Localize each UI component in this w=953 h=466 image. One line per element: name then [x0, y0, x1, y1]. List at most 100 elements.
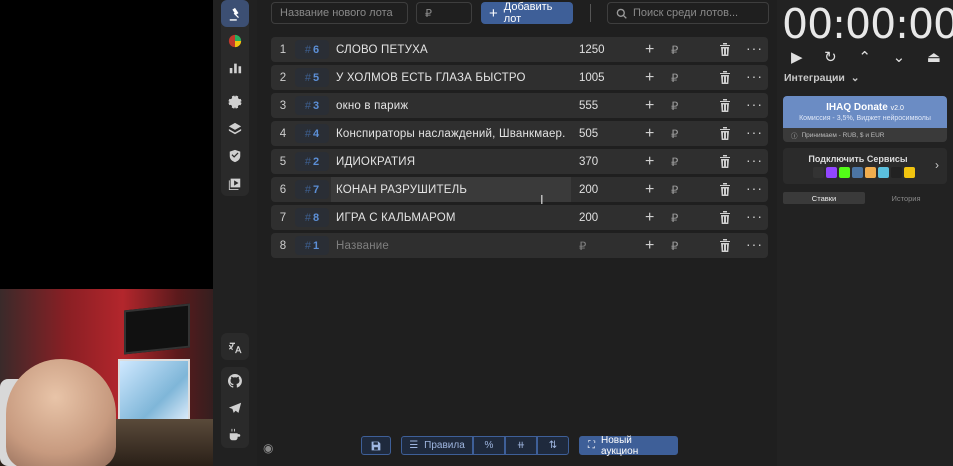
sidebar [213, 0, 257, 466]
add-amount-button[interactable]: + [645, 237, 654, 255]
lot-menu-button[interactable]: ··· [746, 124, 763, 140]
sidebar-layers-button[interactable] [221, 115, 249, 142]
add-amount-button[interactable]: + [645, 153, 654, 171]
sidebar-wheel-button[interactable] [221, 27, 249, 54]
delete-lot-button[interactable] [719, 183, 731, 199]
lot-amount[interactable]: 555 [579, 100, 598, 112]
sidebar-shield-button[interactable] [221, 142, 249, 169]
delete-lot-button[interactable] [719, 99, 731, 115]
eye-icon[interactable]: ◉ [263, 441, 273, 455]
donationalerts-icon [813, 167, 824, 178]
lot-id-badge: #4 [295, 124, 329, 143]
lot-name[interactable]: окно в париж [331, 93, 571, 118]
lot-index: 2 [279, 71, 287, 84]
lot-menu-button[interactable]: ··· [746, 40, 763, 56]
add-lot-button[interactable]: + Добавить лот [481, 1, 573, 25]
split-button[interactable]: ⧺ [505, 436, 537, 455]
lot-search-input[interactable]: Поиск среди лотов... [607, 2, 769, 24]
add-amount-button[interactable]: + [645, 69, 654, 87]
lot-amount[interactable]: 200 [579, 212, 598, 224]
integrations-dropdown[interactable]: Интеграции ⌄ [784, 72, 860, 84]
sidebar-donate-button[interactable] [221, 421, 249, 448]
lot-name-input[interactable]: Название нового лота [271, 2, 408, 24]
add-amount-button[interactable]: + [645, 125, 654, 143]
list-icon: ☰ [409, 440, 419, 451]
add-amount-button[interactable]: + [645, 181, 654, 199]
sort-button[interactable]: ⇅ [537, 436, 569, 455]
percent-button[interactable]: % [473, 436, 505, 455]
gavel-icon [229, 7, 239, 21]
chevron-down-icon[interactable]: ⌄ [893, 48, 906, 66]
delete-lot-button[interactable] [719, 127, 731, 143]
reset-icon[interactable]: ↻ [824, 48, 837, 66]
bids-history-tabs: Ставки История [783, 192, 947, 204]
lot-menu-button[interactable]: ··· [746, 236, 763, 252]
lot-amount[interactable]: 1005 [579, 72, 605, 84]
lot-index: 1 [279, 43, 287, 56]
save-icon [371, 441, 381, 450]
sidebar-settings-button[interactable] [221, 88, 249, 115]
lot-amount[interactable]: 505 [579, 128, 598, 140]
delete-lot-button[interactable] [719, 239, 731, 255]
timer-controls: ▶ ↻ ⌃ ⌄ ⏏ [791, 48, 941, 66]
sidebar-stats-button[interactable] [221, 54, 249, 81]
chevron-up-icon[interactable]: ⌃ [858, 48, 871, 66]
webcam-overlay [0, 289, 223, 466]
lot-menu-button[interactable]: ··· [746, 152, 763, 168]
sidebar-github-button[interactable] [221, 367, 249, 394]
lot-name[interactable]: Название [331, 233, 571, 258]
plus-icon: + [489, 4, 498, 22]
donatepay-icon [865, 167, 876, 178]
connect-services-card[interactable]: Подключить Сервисы › [783, 148, 947, 184]
lot-name[interactable]: Конспираторы наслаждений, Шванкмаер. [331, 121, 571, 146]
lot-name[interactable]: ИДИОКРАТИЯ [331, 149, 571, 174]
sidebar-language-button[interactable] [221, 333, 249, 360]
play-icon[interactable]: ▶ [791, 48, 803, 66]
lot-index: 3 [279, 99, 287, 112]
add-amount-button[interactable]: + [645, 41, 654, 59]
trash-icon [720, 211, 730, 224]
save-button[interactable] [361, 436, 391, 455]
link-icon [878, 167, 889, 178]
topbar-divider [590, 4, 591, 22]
sidebar-telegram-button[interactable] [221, 394, 249, 421]
lot-index: 5 [279, 155, 287, 168]
lot-amount[interactable]: ₽ [579, 239, 586, 253]
lot-amount[interactable]: 200 [579, 184, 598, 196]
donate-commission: Комиссия - 3,5%, Виджет нейросимволы [799, 115, 931, 122]
lot-menu-button[interactable]: ··· [746, 180, 763, 196]
sidebar-media-button[interactable] [221, 169, 249, 196]
eject-icon[interactable]: ⏏ [927, 48, 941, 66]
bottom-toolbar: ☰ Правила % ⧺ ⇅ ⛶ Новый аукцион [361, 435, 678, 457]
delete-lot-button[interactable] [719, 71, 731, 87]
lot-name[interactable]: СЛОВО ПЕТУХА [331, 37, 571, 62]
services-label: Подключить Сервисы [808, 154, 908, 164]
lot-amount[interactable]: 370 [579, 156, 598, 168]
lot-amount[interactable]: 1250 [579, 44, 605, 56]
delete-lot-button[interactable] [719, 211, 731, 227]
tab-history[interactable]: История [865, 192, 947, 204]
delete-lot-button[interactable] [719, 155, 731, 171]
add-amount-button[interactable]: + [645, 209, 654, 227]
sidebar-main-group [221, 0, 249, 196]
add-amount-button[interactable]: + [645, 97, 654, 115]
lot-name[interactable]: КОНАН РАЗРУШИТЕЛЬ [331, 177, 571, 202]
sidebar-language-group [221, 333, 249, 360]
lot-menu-button[interactable]: ··· [746, 68, 763, 84]
media-library-icon [228, 178, 241, 190]
tab-bids[interactable]: Ставки [783, 192, 865, 204]
github-icon [228, 373, 242, 388]
lot-id-badge: #6 [295, 40, 329, 59]
lot-menu-button[interactable]: ··· [746, 208, 763, 224]
lot-name[interactable]: ИГРА С КАЛЬМАРОМ [331, 205, 571, 230]
lot-menu-button[interactable]: ··· [746, 96, 763, 112]
chevron-down-icon: ⌄ [850, 72, 860, 84]
rules-button[interactable]: ☰ Правила [401, 436, 473, 455]
twitch-icon [826, 167, 837, 178]
new-auction-button[interactable]: ⛶ Новый аукцион [579, 435, 678, 457]
delete-lot-button[interactable] [719, 43, 731, 59]
lot-name[interactable]: У ХОЛМОВ ЕСТЬ ГЛАЗА БЫСТРО [331, 65, 571, 90]
donate-banner[interactable]: IHAQ Donate v2.0 Комиссия - 3,5%, Виджет… [783, 96, 947, 142]
sidebar-auction-button[interactable] [221, 0, 249, 27]
lot-amount-input[interactable]: ₽ [416, 2, 472, 24]
